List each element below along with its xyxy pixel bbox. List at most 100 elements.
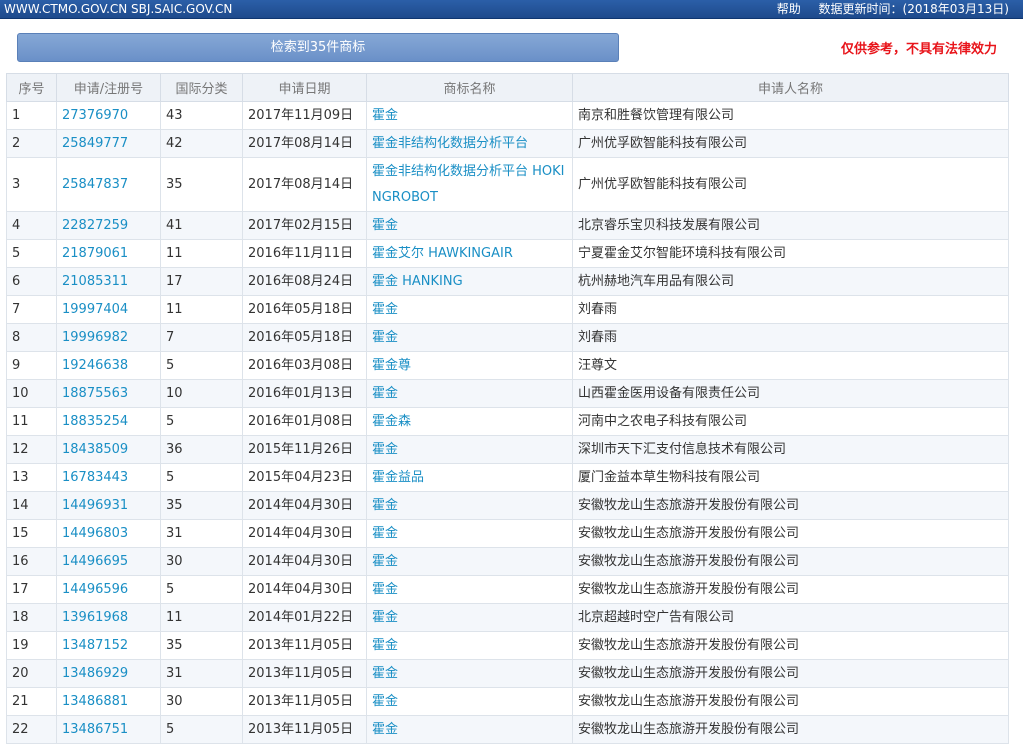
applicant-cell: 安徽牧龙山生态旅游开发股份有限公司 <box>572 547 1009 576</box>
trademark-name-link[interactable]: 霍金 <box>366 295 573 324</box>
registration-number-link[interactable]: 14496596 <box>56 575 161 604</box>
date-cell: 2014年04月30日 <box>242 575 367 604</box>
applicant-cell: 安徽牧龙山生态旅游开发股份有限公司 <box>572 519 1009 548</box>
applicant-cell: 安徽牧龙山生态旅游开发股份有限公司 <box>572 687 1009 716</box>
trademark-name-link[interactable]: 霍金 <box>366 631 573 660</box>
results-table: 序号 申请/注册号 国际分类 申请日期 商标名称 申请人名称 1 27376970… <box>6 73 1009 744</box>
trademark-name-link[interactable]: 霍金益品 <box>366 463 573 492</box>
site-urls: WWW.CTMO.GOV.CN SBJ.SAIC.GOV.CN <box>4 2 233 16</box>
registration-number-link[interactable]: 18438509 <box>56 435 161 464</box>
table-row: 17 14496596 5 2014年04月30日 霍金 安徽牧龙山生态旅游开发股份有限公… <box>6 575 1009 604</box>
registration-number-link[interactable]: 19997404 <box>56 295 161 324</box>
date-cell: 2015年11月26日 <box>242 435 367 464</box>
trademark-name-link[interactable]: 霍金 <box>366 491 573 520</box>
registration-number-link[interactable]: 21085311 <box>56 267 161 296</box>
registration-number-link[interactable]: 13486929 <box>56 659 161 688</box>
registration-number-link[interactable]: 13487152 <box>56 631 161 660</box>
date-cell: 2015年04月23日 <box>242 463 367 492</box>
table-row: 6 21085311 17 2016年08月24日 霍金 HANKING 杭州赫地汽车用品… <box>6 267 1009 296</box>
registration-number-link[interactable]: 22827259 <box>56 211 161 240</box>
table-row: 21 13486881 30 2013年11月05日 霍金 安徽牧龙山生态旅游开发股份有限… <box>6 687 1009 716</box>
registration-number-link[interactable]: 21879061 <box>56 239 161 268</box>
table-row: 3 25847837 35 2017年08月14日 霍金非结构化数据分析平台 HOKIN… <box>6 157 1009 212</box>
row-number: 15 <box>6 519 57 548</box>
table-row: 12 18438509 36 2015年11月26日 霍金 深圳市天下汇支付信息技术有限公… <box>6 435 1009 464</box>
help-link[interactable]: 帮助 <box>777 2 801 16</box>
registration-number-link[interactable]: 16783443 <box>56 463 161 492</box>
trademark-name-link[interactable]: 霍金非结构化数据分析平台 HOKINGROBOT <box>366 157 573 212</box>
table-row: 10 18875563 10 2016年01月13日 霍金 山西霍金医用设备有限责任公司 <box>6 379 1009 408</box>
registration-number-link[interactable]: 14496803 <box>56 519 161 548</box>
registration-number-link[interactable]: 27376970 <box>56 101 161 130</box>
class-cell: 30 <box>160 687 243 716</box>
registration-number-link[interactable]: 13486881 <box>56 687 161 716</box>
registration-number-link[interactable]: 19996982 <box>56 323 161 352</box>
class-cell: 35 <box>160 157 243 212</box>
date-cell: 2016年05月18日 <box>242 295 367 324</box>
top-bar: WWW.CTMO.GOV.CN SBJ.SAIC.GOV.CN 帮助 数据更新时… <box>0 0 1023 19</box>
trademark-name-link[interactable]: 霍金 <box>366 435 573 464</box>
class-cell: 17 <box>160 267 243 296</box>
date-cell: 2016年03月08日 <box>242 351 367 380</box>
table-row: 18 13961968 11 2014年01月22日 霍金 北京超越时空广告有限公司 <box>6 603 1009 632</box>
applicant-cell: 广州优孚欧智能科技有限公司 <box>572 157 1009 212</box>
date-cell: 2016年05月18日 <box>242 323 367 352</box>
registration-number-link[interactable]: 19246638 <box>56 351 161 380</box>
row-number: 7 <box>6 295 57 324</box>
registration-number-link[interactable]: 25847837 <box>56 157 161 212</box>
top-bar-right: 帮助 数据更新时间：(2018年03月13日) <box>763 0 1009 18</box>
date-cell: 2017年08月14日 <box>242 129 367 158</box>
table-row: 2 25849777 42 2017年08月14日 霍金非结构化数据分析平台 广州优孚欧智… <box>6 129 1009 158</box>
registration-number-link[interactable]: 18875563 <box>56 379 161 408</box>
trademark-name-link[interactable]: 霍金 <box>366 575 573 604</box>
registration-number-link[interactable]: 14496695 <box>56 547 161 576</box>
result-panel: 检索到35件商标 仅供参考，不具有法律效力 <box>0 19 1023 73</box>
row-number: 11 <box>6 407 57 436</box>
registration-number-link[interactable]: 13961968 <box>56 603 161 632</box>
table-row: 15 14496803 31 2014年04月30日 霍金 安徽牧龙山生态旅游开发股份有限… <box>6 519 1009 548</box>
class-cell: 42 <box>160 129 243 158</box>
class-cell: 5 <box>160 407 243 436</box>
row-number: 8 <box>6 323 57 352</box>
trademark-name-link[interactable]: 霍金非结构化数据分析平台 <box>366 129 573 158</box>
trademark-name-link[interactable]: 霍金 <box>366 379 573 408</box>
trademark-name-link[interactable]: 霍金尊 <box>366 351 573 380</box>
table-row: 20 13486929 31 2013年11月05日 霍金 安徽牧龙山生态旅游开发股份有限… <box>6 659 1009 688</box>
class-cell: 5 <box>160 463 243 492</box>
table-header-row: 序号 申请/注册号 国际分类 申请日期 商标名称 申请人名称 <box>6 73 1009 102</box>
row-number: 14 <box>6 491 57 520</box>
applicant-cell: 北京睿乐宝贝科技发展有限公司 <box>572 211 1009 240</box>
trademark-name-link[interactable]: 霍金 <box>366 603 573 632</box>
trademark-name-link[interactable]: 霍金森 <box>366 407 573 436</box>
class-cell: 43 <box>160 101 243 130</box>
trademark-name-link[interactable]: 霍金 <box>366 323 573 352</box>
trademark-name-link[interactable]: 霍金 <box>366 687 573 716</box>
trademark-name-link[interactable]: 霍金 <box>366 519 573 548</box>
table-row: 22 13486751 5 2013年11月05日 霍金 安徽牧龙山生态旅游开发股份有限公… <box>6 715 1009 744</box>
trademark-name-link[interactable]: 霍金 <box>366 547 573 576</box>
date-cell: 2016年11月11日 <box>242 239 367 268</box>
trademark-name-link[interactable]: 霍金 <box>366 715 573 744</box>
date-cell: 2013年11月05日 <box>242 715 367 744</box>
trademark-name-link[interactable]: 霍金 HANKING <box>366 267 573 296</box>
table-row: 5 21879061 11 2016年11月11日 霍金艾尔 HAWKINGAIR 宁夏霍… <box>6 239 1009 268</box>
table-row: 19 13487152 35 2013年11月05日 霍金 安徽牧龙山生态旅游开发股份有限… <box>6 631 1009 660</box>
applicant-cell: 山西霍金医用设备有限责任公司 <box>572 379 1009 408</box>
applicant-cell: 北京超越时空广告有限公司 <box>572 603 1009 632</box>
applicant-cell: 刘春雨 <box>572 323 1009 352</box>
trademark-name-link[interactable]: 霍金 <box>366 211 573 240</box>
row-number: 4 <box>6 211 57 240</box>
registration-number-link[interactable]: 25849777 <box>56 129 161 158</box>
date-cell: 2014年04月30日 <box>242 547 367 576</box>
registration-number-link[interactable]: 13486751 <box>56 715 161 744</box>
row-number: 19 <box>6 631 57 660</box>
trademark-name-link[interactable]: 霍金艾尔 HAWKINGAIR <box>366 239 573 268</box>
table-row: 16 14496695 30 2014年04月30日 霍金 安徽牧龙山生态旅游开发股份有限… <box>6 547 1009 576</box>
trademark-name-link[interactable]: 霍金 <box>366 659 573 688</box>
applicant-cell: 杭州赫地汽车用品有限公司 <box>572 267 1009 296</box>
trademark-name-link[interactable]: 霍金 <box>366 101 573 130</box>
registration-number-link[interactable]: 18835254 <box>56 407 161 436</box>
registration-number-link[interactable]: 14496931 <box>56 491 161 520</box>
table-row: 14 14496931 35 2014年04月30日 霍金 安徽牧龙山生态旅游开发股份有限… <box>6 491 1009 520</box>
table-row: 13 16783443 5 2015年04月23日 霍金益品 厦门金益本草生物科技有限公司 <box>6 463 1009 492</box>
